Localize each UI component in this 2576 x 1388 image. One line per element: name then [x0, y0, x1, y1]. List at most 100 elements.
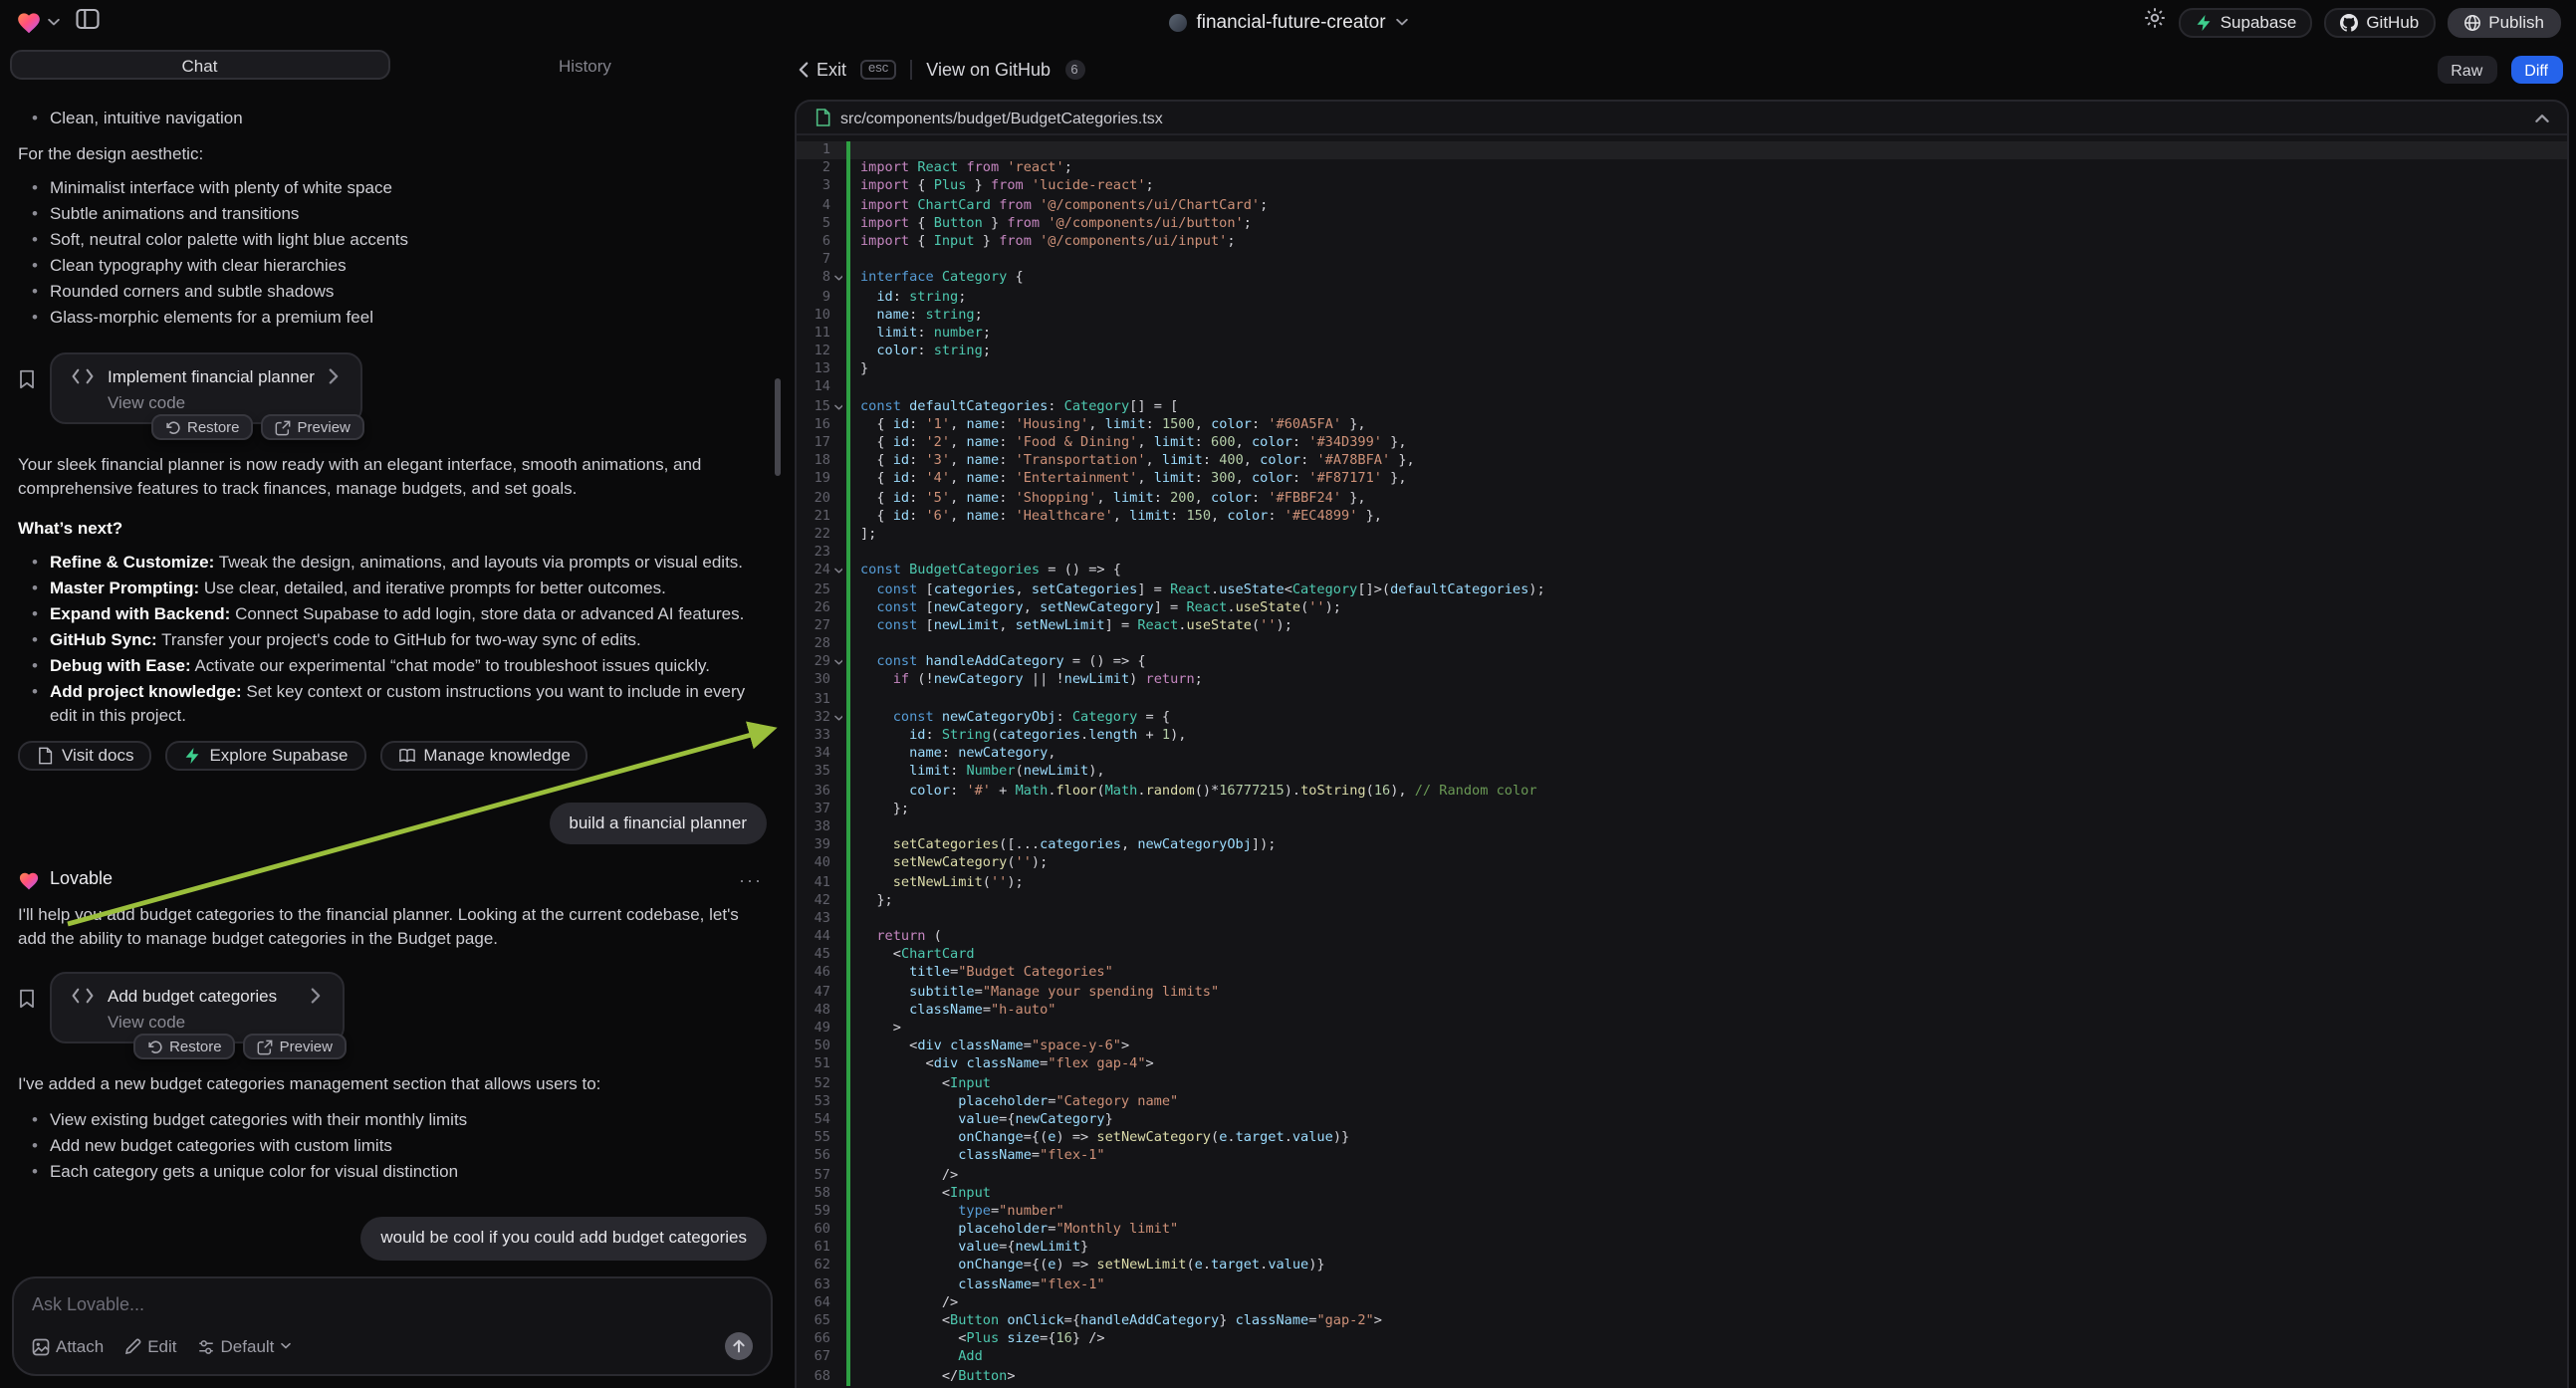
code-line[interactable]: 16 { id: '1', name: 'Housing', limit: 15… — [797, 416, 2566, 434]
code-line[interactable]: 25 const [categories, setCategories] = R… — [797, 580, 2566, 598]
fold-icon[interactable] — [830, 709, 846, 727]
code-line[interactable]: 44 return ( — [797, 928, 2566, 946]
code-line[interactable]: 49 > — [797, 1020, 2566, 1038]
code-line[interactable]: 32 const newCategoryObj: Category = { — [797, 709, 2566, 727]
code-line[interactable]: 21 { id: '6', name: 'Healthcare', limit:… — [797, 508, 2566, 526]
code-editor[interactable]: 12import React from 'react';3import { Pl… — [797, 135, 2566, 1388]
code-line[interactable]: 41 setNewLimit(''); — [797, 873, 2566, 891]
code-line[interactable]: 13} — [797, 361, 2566, 379]
visit-docs-button[interactable]: Visit docs — [18, 740, 151, 770]
publish-button[interactable]: Publish — [2447, 7, 2560, 37]
exit-button[interactable]: Exit — [799, 60, 846, 80]
code-line[interactable]: 62 onChange={(e) => setNewLimit(e.target… — [797, 1258, 2566, 1275]
code-line[interactable]: 65 <Button onClick={handleAddCategory} c… — [797, 1312, 2566, 1330]
code-line[interactable]: 48 className="h-auto" — [797, 1002, 2566, 1020]
code-line[interactable]: 15const defaultCategories: Category[] = … — [797, 397, 2566, 415]
code-line[interactable]: 5import { Button } from '@/components/ui… — [797, 215, 2566, 233]
attach-button[interactable]: Attach — [32, 1336, 104, 1356]
code-line[interactable]: 14 — [797, 379, 2566, 397]
code-line[interactable]: 46 title="Budget Categories" — [797, 965, 2566, 983]
lovable-logo-button[interactable] — [16, 10, 60, 34]
code-line[interactable]: 39 setCategories([...categories, newCate… — [797, 836, 2566, 854]
code-line[interactable]: 53 placeholder="Category name" — [797, 1093, 2566, 1111]
code-line[interactable]: 58 <Input — [797, 1184, 2566, 1202]
view-code-link[interactable]: View code — [108, 392, 341, 412]
code-line[interactable]: 8interface Category { — [797, 270, 2566, 288]
code-line[interactable]: 17 { id: '2', name: 'Food & Dining', lim… — [797, 434, 2566, 452]
explore-supabase-button[interactable]: Explore Supabase — [165, 740, 365, 770]
code-line[interactable]: 60 placeholder="Monthly limit" — [797, 1221, 2566, 1239]
tab-chat[interactable]: Chat — [10, 50, 389, 80]
code-line[interactable]: 56 className="flex-1" — [797, 1148, 2566, 1166]
preview-button[interactable]: Preview — [244, 1035, 347, 1060]
code-line[interactable]: 24const BudgetCategories = () => { — [797, 563, 2566, 580]
diff-button[interactable]: Diff — [2510, 56, 2562, 84]
edit-button[interactable]: Edit — [123, 1336, 176, 1356]
chat-input[interactable] — [32, 1294, 753, 1314]
code-line[interactable]: 45 <ChartCard — [797, 947, 2566, 965]
project-menu-button[interactable]: financial-future-creator — [1168, 11, 1407, 33]
code-line[interactable]: 52 <Input — [797, 1074, 2566, 1092]
message-menu-button[interactable]: ··· — [739, 870, 767, 890]
code-line[interactable]: 18 { id: '3', name: 'Transportation', li… — [797, 452, 2566, 470]
chevron-up-icon[interactable] — [2534, 113, 2548, 122]
version-card[interactable]: Add budget categoriesView codeRestorePre… — [50, 973, 345, 1044]
supabase-button[interactable]: Supabase — [2179, 7, 2313, 37]
code-line[interactable]: 10 name: string; — [797, 306, 2566, 324]
code-line[interactable]: 55 onChange={(e) => setNewCategory(e.tar… — [797, 1129, 2566, 1147]
chat-scrollbar[interactable] — [775, 378, 781, 476]
code-line[interactable]: 11 limit: number; — [797, 325, 2566, 343]
fold-icon[interactable] — [830, 563, 846, 580]
code-line[interactable]: 63 className="flex-1" — [797, 1275, 2566, 1293]
code-line[interactable]: 51 <div className="flex gap-4"> — [797, 1056, 2566, 1074]
code-line[interactable]: 22]; — [797, 526, 2566, 544]
code-line[interactable]: 1 — [797, 141, 2566, 159]
code-line[interactable]: 2import React from 'react'; — [797, 159, 2566, 177]
code-line[interactable]: 67 Add — [797, 1349, 2566, 1367]
code-line[interactable]: 42 }; — [797, 891, 2566, 909]
preview-button[interactable]: Preview — [262, 414, 364, 440]
code-line[interactable]: 50 <div className="space-y-6"> — [797, 1038, 2566, 1055]
raw-button[interactable]: Raw — [2437, 56, 2496, 84]
code-line[interactable]: 47 subtitle="Manage your spending limits… — [797, 983, 2566, 1001]
settings-button[interactable] — [2143, 4, 2167, 40]
code-line[interactable]: 29 const handleAddCategory = () => { — [797, 654, 2566, 672]
file-header[interactable]: src/components/budget/BudgetCategories.t… — [797, 102, 2566, 135]
code-line[interactable]: 20 { id: '5', name: 'Shopping', limit: 2… — [797, 489, 2566, 507]
code-line[interactable]: 23 — [797, 544, 2566, 562]
code-line[interactable]: 40 setNewCategory(''); — [797, 855, 2566, 873]
restore-button[interactable]: Restore — [151, 414, 254, 440]
code-line[interactable]: 19 { id: '4', name: 'Entertainment', lim… — [797, 471, 2566, 489]
code-line[interactable]: 31 — [797, 690, 2566, 708]
code-line[interactable]: 12 color: string; — [797, 343, 2566, 360]
view-code-link[interactable]: View code — [108, 1013, 323, 1033]
github-button[interactable]: GitHub — [2324, 7, 2435, 37]
code-line[interactable]: 57 /> — [797, 1166, 2566, 1184]
code-line[interactable]: 61 value={newLimit} — [797, 1240, 2566, 1258]
version-card-header[interactable]: Implement financial planner — [72, 364, 341, 388]
version-card[interactable]: Implement financial plannerView codeRest… — [50, 352, 362, 424]
code-line[interactable]: 38 — [797, 818, 2566, 836]
code-line[interactable]: 43 — [797, 910, 2566, 928]
code-line[interactable]: 27 const [newLimit, setNewLimit] = React… — [797, 617, 2566, 635]
code-line[interactable]: 6import { Input } from '@/components/ui/… — [797, 233, 2566, 251]
version-card-header[interactable]: Add budget categories — [72, 985, 323, 1009]
code-line[interactable]: 35 limit: Number(newLimit), — [797, 764, 2566, 782]
code-line[interactable]: 54 value={newCategory} — [797, 1111, 2566, 1129]
code-line[interactable]: 34 name: newCategory, — [797, 745, 2566, 763]
code-line[interactable]: 4import ChartCard from '@/components/ui/… — [797, 196, 2566, 214]
code-line[interactable]: 66 <Plus size={16} /> — [797, 1330, 2566, 1348]
code-line[interactable]: 59 type="number" — [797, 1203, 2566, 1221]
code-line[interactable]: 26 const [newCategory, setNewCategory] =… — [797, 598, 2566, 616]
code-line[interactable]: 37 }; — [797, 801, 2566, 818]
code-line[interactable]: 28 — [797, 635, 2566, 653]
restore-button[interactable]: Restore — [133, 1035, 236, 1060]
code-line[interactable]: 68 </Button> — [797, 1367, 2566, 1385]
code-line[interactable]: 64 /> — [797, 1294, 2566, 1312]
code-line[interactable]: 36 color: '#' + Math.floor(Math.random()… — [797, 782, 2566, 800]
manage-knowledge-button[interactable]: Manage knowledge — [379, 740, 587, 770]
tab-history[interactable]: History — [395, 50, 775, 80]
view-on-github-link[interactable]: View on GitHub — [926, 60, 1051, 80]
fold-icon[interactable] — [830, 270, 846, 288]
send-button[interactable] — [725, 1332, 753, 1360]
